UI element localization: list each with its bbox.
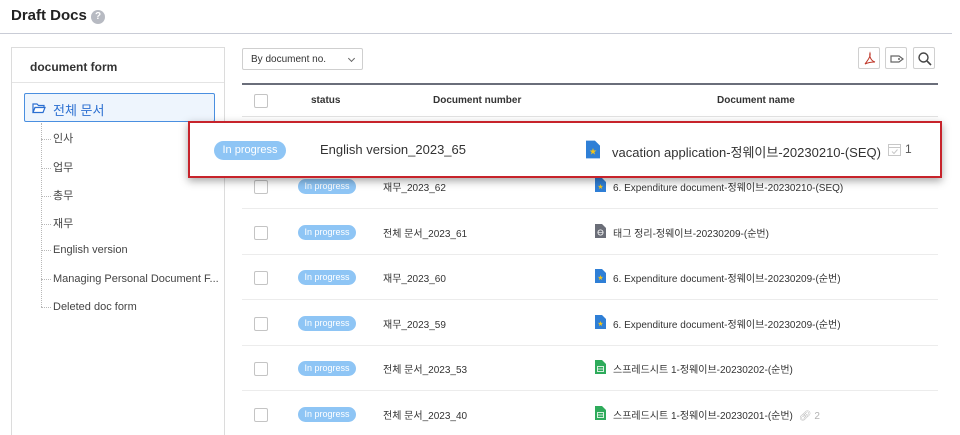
row-checkbox[interactable] [254, 408, 268, 422]
sheet-doc-icon [595, 406, 606, 420]
status-badge: In progress [214, 141, 286, 160]
document-name[interactable]: 6. Expenditure document-정웨이브-20230210-(S… [613, 179, 843, 194]
count-label: 1 [905, 142, 912, 156]
document-name[interactable]: 스프레드시트 1-정웨이브-20230201-(순번) 🔗︎ 2 [613, 407, 820, 422]
tree-item-deleted-doc-form[interactable]: Deleted doc form [41, 301, 137, 317]
table-row[interactable]: In progress 재무_2023_60 ★ 6. Expenditure … [242, 255, 938, 300]
search-button[interactable] [913, 47, 935, 69]
tree-item-general-affairs[interactable]: 총무 [41, 187, 73, 203]
sidebar: document form 전체 문서 인사 업무 총무 재무 English … [11, 47, 225, 435]
table-header: status Document number Document name [242, 83, 938, 117]
globe-doc-icon [595, 224, 606, 238]
star-doc-icon: ★ [595, 178, 606, 192]
attachment-count: 2 [814, 411, 820, 422]
table-row[interactable]: In progress 전체 문서_2023_61 태그 정리-정웨이브-202… [242, 210, 938, 255]
page-title: Draft Docs [11, 7, 87, 24]
column-document-name[interactable]: Document name [717, 95, 795, 106]
tree-item-work[interactable]: 업무 [41, 159, 73, 175]
document-name[interactable]: 6. Expenditure document-정웨이브-20230209-(순… [613, 316, 841, 331]
pdf-button[interactable] [858, 47, 880, 69]
help-icon[interactable]: ? [91, 10, 105, 24]
sheet-doc-icon [595, 360, 606, 374]
document-number: English version_2023_65 [320, 142, 466, 157]
svg-text:★: ★ [597, 274, 603, 282]
tag-icon [890, 55, 904, 63]
status-badge: In progress [298, 179, 356, 194]
tree-item-all-documents[interactable]: 전체 문서 [24, 93, 215, 122]
tree-root-label: 전체 문서 [53, 103, 105, 118]
page-header: Draft Docs ? [0, 0, 952, 34]
svg-text:★: ★ [589, 147, 597, 157]
row-checkbox[interactable] [254, 180, 268, 194]
select-all-checkbox[interactable] [254, 94, 268, 108]
star-doc-icon: ★ [595, 315, 606, 329]
table-row[interactable]: In progress 전체 문서_2023_40 스프레드시트 1-정웨이브-… [242, 392, 938, 435]
tree-item-finance[interactable]: 재무 [41, 215, 73, 231]
calendar-check-icon [888, 144, 901, 156]
status-badge: In progress [298, 407, 356, 422]
tag-button[interactable] [885, 47, 907, 69]
column-document-number[interactable]: Document number [433, 95, 521, 106]
svg-text:★: ★ [597, 183, 603, 191]
column-status[interactable]: status [311, 95, 340, 106]
document-number[interactable]: 전체 문서_2023_53 [383, 361, 467, 376]
search-icon [918, 52, 932, 66]
folder-open-icon [32, 103, 46, 114]
tree-item-managing-personal[interactable]: Managing Personal Document F... [41, 273, 219, 289]
row-checkbox[interactable] [254, 271, 268, 285]
status-badge: In progress [298, 225, 356, 240]
document-number[interactable]: 재무_2023_59 [383, 316, 446, 331]
tree-item-hr[interactable]: 인사 [41, 130, 73, 146]
pdf-icon [864, 51, 876, 65]
document-number[interactable]: 재무_2023_60 [383, 270, 446, 285]
status-badge: In progress [298, 361, 356, 376]
attachment-icon: 🔗︎ 2 [798, 411, 820, 422]
dragging-row[interactable]: In progress English version_2023_65 ★ va… [188, 121, 942, 178]
status-badge: In progress [298, 316, 356, 331]
document-name[interactable]: 스프레드시트 1-정웨이브-20230202-(순번) [613, 361, 793, 376]
svg-text:★: ★ [597, 320, 603, 328]
sort-select[interactable]: By document no. [242, 48, 363, 70]
chevron-down-icon [347, 54, 356, 63]
document-name[interactable]: 태그 정리-정웨이브-20230209-(순번) [613, 225, 769, 240]
table-row[interactable]: In progress 재무_2023_59 ★ 6. Expenditure … [242, 301, 938, 346]
row-checkbox[interactable] [254, 362, 268, 376]
sort-select-value: By document no. [251, 54, 327, 65]
status-badge: In progress [298, 270, 356, 285]
tree-item-english-version[interactable]: English version [41, 244, 128, 260]
sidebar-title: document form [12, 48, 224, 83]
row-checkbox[interactable] [254, 226, 268, 240]
document-number[interactable]: 전체 문서_2023_40 [383, 407, 467, 422]
table-row[interactable]: In progress 전체 문서_2023_53 스프레드시트 1-정웨이브-… [242, 346, 938, 391]
star-doc-icon: ★ [586, 140, 600, 159]
row-checkbox[interactable] [254, 317, 268, 331]
document-number[interactable]: 재무_2023_62 [383, 179, 446, 194]
document-name: vacation application-정웨이브-20230210-(SEQ) [612, 145, 881, 160]
star-doc-icon: ★ [595, 269, 606, 283]
document-name[interactable]: 6. Expenditure document-정웨이브-20230209-(순… [613, 270, 841, 285]
document-number[interactable]: 전체 문서_2023_61 [383, 225, 467, 240]
